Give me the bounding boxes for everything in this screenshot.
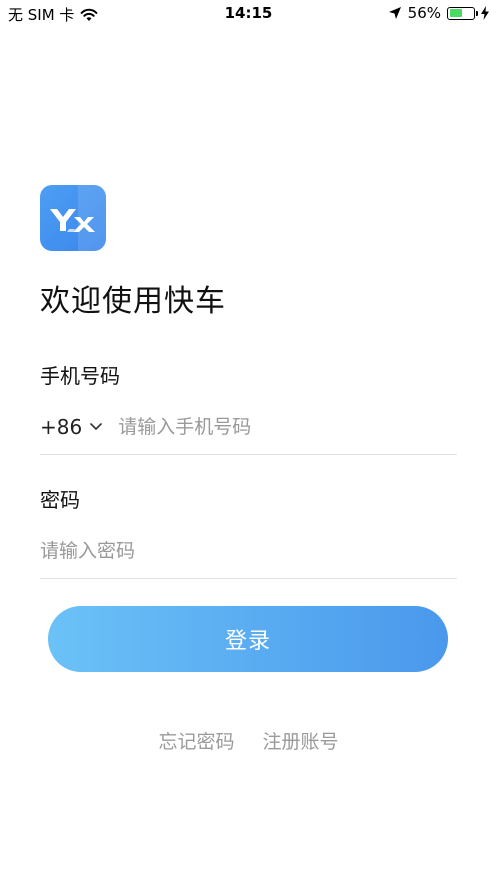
location-arrow-icon [388, 6, 402, 20]
login-button[interactable]: 登录 [48, 606, 448, 672]
logo-yx-icon [50, 209, 95, 232]
phone-label: 手机号码 [40, 364, 120, 388]
battery-percent: 56% [407, 4, 441, 22]
battery-icon [447, 6, 478, 20]
phone-field-row: +86 [40, 407, 457, 447]
phone-input[interactable] [118, 416, 457, 438]
country-code-value: +86 [40, 415, 83, 439]
app-logo [40, 185, 106, 251]
password-label: 密码 [40, 488, 80, 512]
password-divider [40, 578, 457, 579]
battery-fill [449, 9, 463, 17]
country-code-selector[interactable]: +86 [40, 415, 103, 439]
status-bar: 无 SIM 卡 14:15 56% [0, 0, 497, 28]
phone-divider [40, 454, 457, 455]
forgot-password-link[interactable]: 忘记密码 [158, 731, 234, 753]
password-input[interactable] [40, 540, 457, 562]
welcome-title: 欢迎使用快车 [40, 284, 226, 319]
status-right: 56% [388, 4, 489, 22]
battery-cap [476, 10, 478, 16]
auth-links: 忘记密码 注册账号 [0, 727, 497, 754]
charging-icon [481, 6, 489, 20]
chevron-down-icon [90, 423, 103, 431]
password-field-row [40, 531, 457, 571]
register-link[interactable]: 注册账号 [263, 731, 339, 753]
